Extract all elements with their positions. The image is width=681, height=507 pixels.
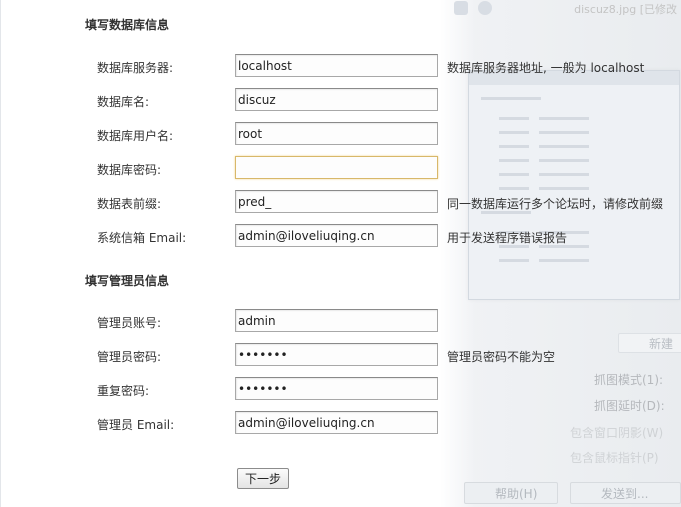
repeat-password-input[interactable] xyxy=(235,377,438,400)
include-shadow-label: 包含窗口阴影(W) xyxy=(570,426,664,440)
include-cursor-label: 包含鼠标指针(P) xyxy=(570,451,659,465)
db-password-input[interactable] xyxy=(235,156,438,179)
install-form-panel: 填写数据库信息 数据库服务器: 数据库名: 数据库用户名: 数据库密码: 数据表… xyxy=(0,0,441,507)
db-section-title: 填写数据库信息 xyxy=(85,18,170,32)
db-name-input[interactable] xyxy=(235,88,438,111)
repeat-password-label: 重复密码: xyxy=(97,384,150,398)
admin-password-label: 管理员密码: xyxy=(97,350,162,364)
send-to-button[interactable]: 发送到... xyxy=(570,482,681,504)
help-button[interactable]: 帮助(H) xyxy=(464,482,558,504)
db-user-input[interactable] xyxy=(235,122,438,145)
capture-mode-label: 抓图模式(1): xyxy=(594,373,664,387)
system-email-hint: 用于发送程序错误报告 xyxy=(447,231,568,245)
admin-password-input[interactable] xyxy=(235,343,438,366)
background-window: discuz8.jpg [已修改 新建 抓图模式(1): 抓图延时(D): 包含… xyxy=(440,0,681,507)
refresh-icon xyxy=(478,1,492,15)
admin-password-hint: 管理员密码不能为空 xyxy=(447,350,556,364)
screenshot-preview xyxy=(468,70,680,300)
table-prefix-label: 数据表前缀: xyxy=(97,197,162,211)
db-server-hint: 数据库服务器地址, 一般为 localhost xyxy=(447,61,645,75)
db-server-label: 数据库服务器: xyxy=(97,61,174,75)
system-email-input[interactable] xyxy=(235,224,438,247)
background-window-title: discuz8.jpg [已修改 xyxy=(574,3,677,16)
db-user-label: 数据库用户名: xyxy=(97,129,174,143)
system-email-label: 系统信箱 Email: xyxy=(97,231,187,245)
db-password-label: 数据库密码: xyxy=(97,163,162,177)
admin-section-title: 填写管理员信息 xyxy=(85,274,170,288)
table-prefix-hint: 同一数据库运行多个论坛时，请修改前缀 xyxy=(447,197,664,211)
admin-account-input[interactable] xyxy=(235,309,438,332)
new-button[interactable]: 新建 xyxy=(618,333,681,353)
admin-account-label: 管理员账号: xyxy=(97,316,162,330)
admin-email-input[interactable] xyxy=(235,411,438,434)
db-server-input[interactable] xyxy=(235,54,438,77)
next-step-button[interactable]: 下一步 xyxy=(237,468,289,489)
folder-icon xyxy=(454,1,468,15)
capture-delay-label: 抓图延时(D): xyxy=(594,399,665,413)
table-prefix-input[interactable] xyxy=(235,190,438,213)
db-name-label: 数据库名: xyxy=(97,95,150,109)
admin-email-label: 管理员 Email: xyxy=(97,418,175,432)
